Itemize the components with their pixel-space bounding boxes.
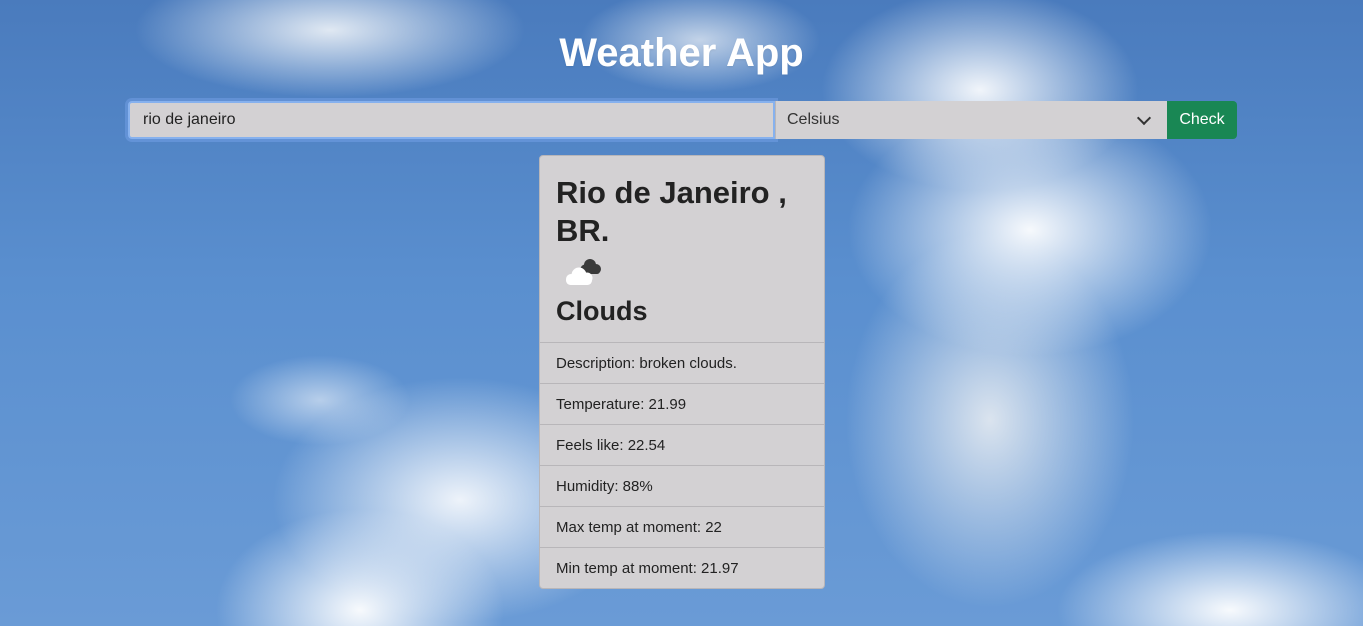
- unit-select[interactable]: Celsius: [775, 101, 1167, 139]
- check-button[interactable]: Check: [1167, 101, 1237, 139]
- unit-select-value: Celsius: [787, 111, 840, 128]
- chevron-down-icon: [1136, 110, 1152, 126]
- city-input[interactable]: [128, 101, 775, 139]
- detail-description: Description: broken clouds.: [540, 342, 824, 383]
- clouds-icon: [566, 259, 601, 285]
- card-header: Rio de Janeiro , BR. Clouds: [540, 156, 824, 342]
- location-title: Rio de Janeiro , BR.: [556, 175, 787, 248]
- weather-details: Description: broken clouds. Temperature:…: [540, 342, 824, 588]
- app-title: Weather App: [559, 31, 804, 75]
- detail-min-temp: Min temp at moment: 21.97: [540, 547, 824, 588]
- weather-condition: Clouds: [556, 296, 648, 326]
- detail-humidity: Humidity: 88%: [540, 465, 824, 506]
- detail-max-temp: Max temp at moment: 22: [540, 506, 824, 547]
- detail-feels-like: Feels like: 22.54: [540, 424, 824, 465]
- weather-card: Rio de Janeiro , BR. Clouds Description:…: [539, 155, 825, 589]
- search-form: Celsius Check: [128, 101, 1237, 139]
- detail-temperature: Temperature: 21.99: [540, 383, 824, 424]
